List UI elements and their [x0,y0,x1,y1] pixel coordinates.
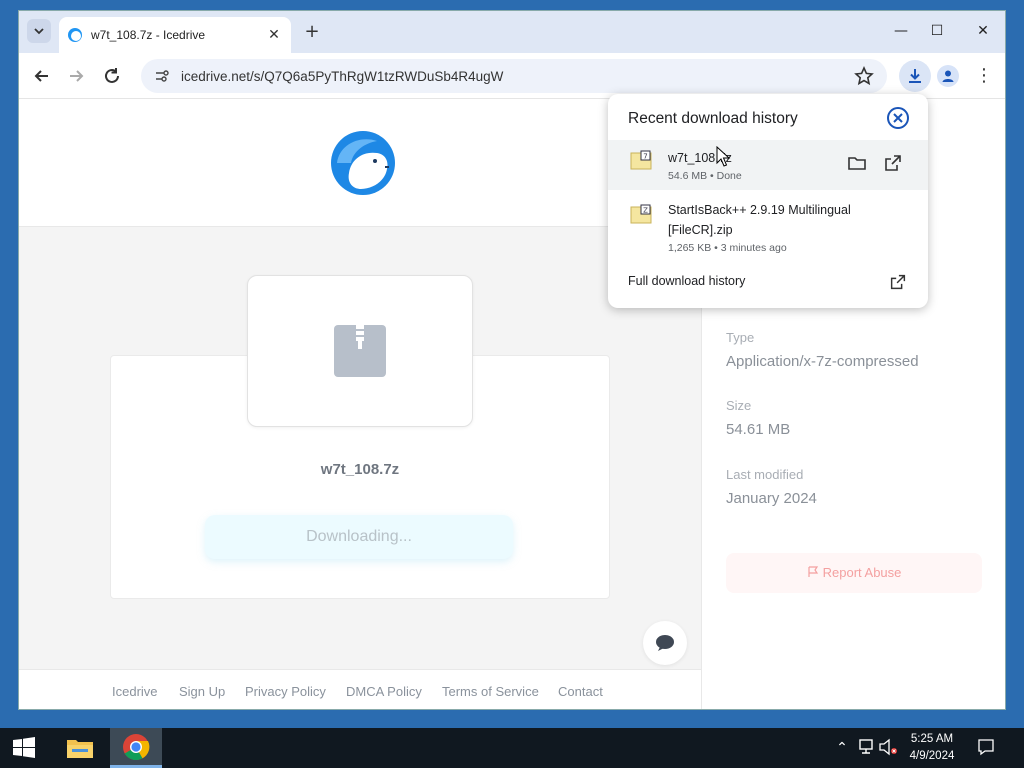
flag-icon [808,566,818,577]
tab-title: w7t_108.7z - Icedrive [91,28,206,42]
windows-logo-icon [13,737,35,758]
file-name: w7t_108.7z [320,461,400,478]
profile-button[interactable] [937,65,959,87]
zip-file-icon: Z [630,204,652,224]
tab-close-icon[interactable]: ✕ [265,27,283,43]
download-history-popup: Recent download history 7 w7t_108.7z 54.… [608,94,928,308]
type-value: Application/x-7z-compressed [726,353,919,370]
report-abuse-button[interactable]: Report Abuse [726,553,982,593]
taskbar-clock[interactable]: 5:25 AM 4/9/2024 [906,731,958,765]
page-footer: Icedrive Sign Up Privacy Policy DMCA Pol… [19,669,701,709]
modified-label: Last modified [726,467,804,482]
size-value: 54.61 MB [726,421,791,438]
browser-toolbar: icedrive.net/s/Q7Q6a5PyThRgW1tzRWDuSb4R4… [19,53,1005,99]
person-icon [942,70,954,82]
download-item[interactable]: Z StartIsBack++ 2.9.19 Multilingual [Fil… [608,196,928,260]
file-explorer-taskbar-button[interactable] [54,728,106,768]
footer-link-privacy[interactable]: Privacy Policy [245,684,326,699]
close-button[interactable]: ✕ [969,19,997,43]
footer-link-icedrive[interactable]: Icedrive [112,684,158,699]
download-item-name-line2: [FileCR].zip [668,223,733,237]
tab-strip: w7t_108.7z - Icedrive ✕ + — ☐ ✕ [19,11,1005,53]
clock-date: 4/9/2024 [909,750,955,762]
folder-icon [67,740,93,758]
size-label: Size [726,398,752,413]
icedrive-favicon-icon [68,28,82,42]
report-abuse-label: Report Abuse [822,565,902,580]
notifications-icon[interactable] [976,738,996,758]
modified-value: January 2024 [726,490,817,507]
clock-time: 5:25 AM [910,733,954,745]
taskbar: ⌃ 5:25 AM 4/9/2024 [0,728,1024,768]
page-header [19,99,701,227]
chrome-icon [123,733,150,760]
site-info-icon[interactable] [153,67,171,85]
bookmark-star-icon[interactable] [853,65,875,87]
icedrive-logo-icon[interactable] [329,129,397,197]
desktop-background-bottom [0,710,1024,728]
close-circle-icon[interactable] [886,106,910,130]
popup-title: Recent download history [628,110,798,127]
chevron-up-icon[interactable]: ⌃ [832,738,852,758]
reload-button[interactable] [101,65,123,87]
network-icon[interactable] [856,738,876,758]
mouse-cursor-icon [716,146,731,167]
footer-link-signup[interactable]: Sign Up [179,684,225,699]
desktop-background-left [0,0,18,728]
download-item[interactable]: 7 w7t_108.7z 54.6 MB • Done [608,140,928,190]
tab-search-button[interactable] [27,19,51,43]
reload-icon [105,68,119,83]
footer-link-dmca[interactable]: DMCA Policy [346,684,422,699]
address-bar[interactable]: icedrive.net/s/Q7Q6a5PyThRgW1tzRWDuSb4R4… [141,59,887,93]
chat-bubble-icon [656,635,674,651]
chat-button[interactable] [643,621,687,665]
url-text: icedrive.net/s/Q7Q6a5PyThRgW1tzRWDuSb4R4… [181,68,504,84]
download-item-meta: 1,265 KB • 3 minutes ago [668,242,787,254]
download-item-name-line1: StartIsBack++ 2.9.19 Multilingual [668,203,851,217]
chrome-taskbar-button[interactable] [110,728,162,768]
desktop-background-right [1006,0,1024,728]
minimize-button[interactable]: — [887,19,915,43]
archive-file-icon [334,325,386,377]
download-icon [909,69,921,83]
svg-text:Z: Z [643,207,648,215]
new-tab-button[interactable]: + [301,21,323,43]
file-thumbnail [247,275,473,427]
type-label: Type [726,330,755,345]
7z-file-icon: 7 [630,150,652,170]
arrow-left-icon [34,70,48,82]
forward-button[interactable] [65,65,87,87]
open-external-icon[interactable] [882,152,904,174]
start-button[interactable] [0,728,48,768]
downloads-button[interactable] [899,60,931,92]
download-item-meta: 54.6 MB • Done [668,170,742,182]
downloading-button[interactable]: Downloading... [205,515,513,559]
desktop-background [0,0,1024,10]
svg-text:7: 7 [643,153,647,161]
maximize-button[interactable]: ☐ [923,19,951,43]
folder-icon[interactable] [846,152,868,174]
full-download-history-link[interactable]: Full download history [628,274,745,288]
volume-muted-icon[interactable] [878,738,898,758]
chevron-down-icon [34,28,44,35]
footer-link-contact[interactable]: Contact [558,684,603,699]
open-external-icon[interactable] [888,272,908,292]
arrow-right-icon [70,70,84,82]
tab-icedrive[interactable]: w7t_108.7z - Icedrive ✕ [59,17,291,53]
menu-kebab-icon[interactable]: ⋮ [974,65,994,87]
footer-link-terms[interactable]: Terms of Service [442,684,539,699]
back-button[interactable] [31,65,53,87]
